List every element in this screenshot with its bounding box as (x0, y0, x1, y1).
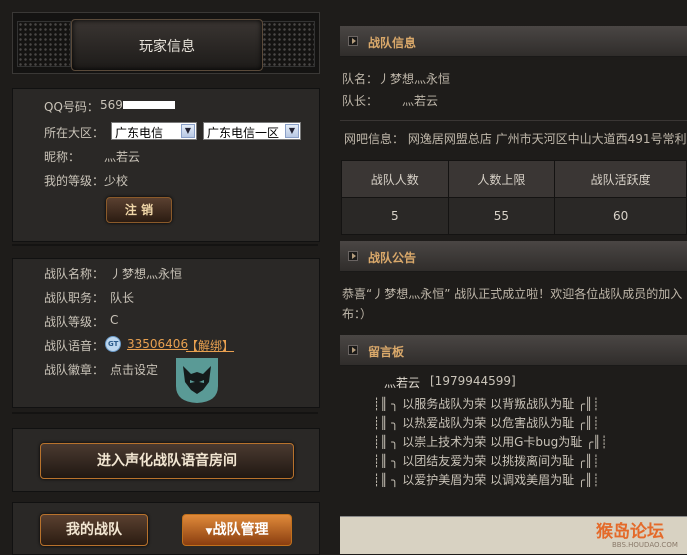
team-info-header: 战队信息 (340, 26, 687, 57)
chevron-down-icon: ▼ (181, 124, 195, 138)
leader-value: 灬若云 (402, 94, 439, 108)
message-board-header: 留言板 (340, 335, 687, 366)
table-header-member-limit: 人数上限 (447, 160, 556, 198)
message-author: 灬若云 (384, 376, 421, 390)
team-voice-label: 战队语音： (44, 339, 105, 353)
arrow-right-icon (348, 36, 358, 46)
table-cell-member-limit: 55 (447, 197, 556, 235)
voice-chat-icon: GT (105, 336, 121, 352)
team-grade-value: C (110, 313, 119, 327)
watermark-url: BBS.HOUDAO.COM (612, 541, 678, 549)
my-team-button[interactable]: 我的战队 (40, 514, 148, 546)
unbind-link[interactable]: 【解绑】 (186, 337, 234, 354)
team-name-line: 队名：丿梦想灬永恒 (342, 72, 451, 86)
qq-redaction (123, 101, 175, 109)
level-label: 我的等级： (44, 174, 105, 188)
section-divider (12, 244, 318, 246)
internet-cafe-info: 网吧信息： 网逸居网盟总店 广州市天河区中山大道西491号常利 (344, 132, 687, 146)
team-name-value: 丿梦想灬永恒 (110, 267, 183, 281)
set-emblem-link[interactable]: 点击设定 (110, 361, 158, 378)
table-header-activity: 战队活跃度 (554, 160, 687, 198)
logout-button[interactable]: 注 销 (106, 197, 172, 223)
team-role-value: 队长 (110, 291, 135, 305)
section-divider (12, 412, 318, 414)
message-line: ┊║ ╮ 以团结友爱为荣 以挑拨离间为耻 ╭║┊ (373, 454, 600, 468)
decorative-mesh-right (261, 21, 315, 67)
team-manage-button[interactable]: ▼战队管理 (182, 514, 292, 546)
server-select[interactable]: 广东电信一区 ▼ (203, 122, 301, 140)
decorative-mesh-left (17, 21, 71, 67)
nickname-label: 昵称： (44, 150, 81, 164)
level-value: 少校 (104, 174, 129, 188)
arrow-right-icon (348, 251, 358, 261)
table-header-members: 战队人数 (341, 160, 449, 198)
team-role-label: 战队职务： (44, 291, 105, 305)
team-emblem-label: 战队徽章： (44, 363, 105, 377)
team-emblem-wolf-icon (176, 358, 218, 403)
region-select[interactable]: 广东电信 ▼ (111, 122, 197, 140)
notice-text-line2: 布：） (342, 307, 373, 321)
chevron-down-icon: ▼ (285, 124, 299, 138)
player-info-title-plate: 玩家信息 (12, 12, 320, 74)
team-name-label: 战队名称： (44, 267, 105, 281)
qq-label: QQ号码： (44, 100, 99, 114)
table-cell-members: 5 (341, 197, 449, 235)
notice-text-line1: 恭喜“丿梦想灬永恒” 战队正式成立啦！欢迎各位战队成员的加入 (342, 287, 683, 301)
watermark-logo: 猴岛论坛 (596, 522, 664, 542)
message-author-qq: [1979944599] (430, 374, 516, 388)
leader-label: 队长： (342, 94, 379, 108)
nickname-value: 灬若云 (104, 150, 141, 164)
enter-voice-room-button[interactable]: 进入声化战队语音房间 (40, 443, 294, 479)
voice-number-link[interactable]: 33506406 (127, 337, 188, 351)
message-line: ┊║ ╮ 以热爱战队为荣 以危害战队为耻 ╭║┊ (373, 416, 600, 430)
notice-header: 战队公告 (340, 241, 687, 272)
team-stats-table: 战队人数 人数上限 战队活跃度 5 55 60 (341, 160, 687, 235)
page-title: 玩家信息 (139, 39, 195, 55)
message-line: ┊║ ╮ 以崇上技术为荣 以用G卡bug为耻 ╭║┊ (373, 435, 608, 449)
team-grade-label: 战队等级： (44, 315, 105, 329)
message-line: ┊║ ╮ 以服务战队为荣 以背叛战队为耻 ╭║┊ (373, 397, 600, 411)
message-line: ┊║ ╮ 以爱护美眉为荣 以调戏美眉为耻 ╭║┊ (373, 473, 600, 487)
region-label: 所在大区： (44, 126, 105, 140)
qq-value: 569 (100, 98, 123, 112)
title-inner-frame: 玩家信息 (71, 19, 263, 71)
arrow-right-icon (348, 345, 358, 355)
table-cell-activity: 60 (554, 197, 687, 235)
divider-line (340, 120, 687, 121)
